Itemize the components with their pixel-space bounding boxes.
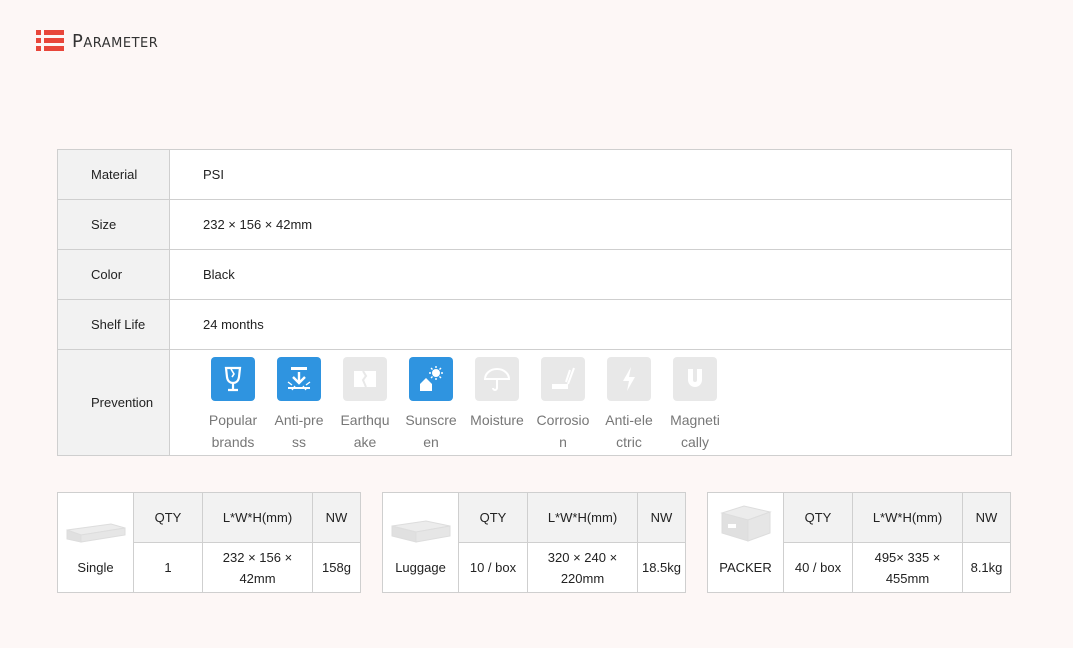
page-header: Parameter [36, 26, 164, 56]
spec-row-color: Color Black [57, 249, 1012, 300]
spec-label: Shelf Life [57, 299, 170, 350]
packing-table-luggage: Luggage QTY L*W*H(mm) NW 10 / box 320 × … [382, 492, 686, 593]
spec-value: PSI [169, 149, 1012, 200]
spec-label: Prevention [57, 349, 170, 456]
dims-value: 495× 335 × 455mm [852, 542, 963, 593]
spec-value: 232 × 156 × 42mm [169, 199, 1012, 250]
umbrella-icon [475, 356, 519, 401]
qty-header: QTY [133, 492, 203, 543]
spec-row-size: Size 232 × 156 × 42mm [57, 199, 1012, 250]
nw-header: NW [312, 492, 361, 543]
nw-value: 18.5kg [637, 542, 686, 593]
prevention-item: Popular brands [200, 356, 266, 453]
packing-type-label: Single [77, 560, 114, 575]
spec-row-material: Material PSI [57, 149, 1012, 200]
spec-label: Size [57, 199, 170, 250]
qty-header: QTY [783, 492, 853, 543]
flat-box-icon [66, 523, 125, 543]
prevention-item: Magnetically [662, 356, 728, 453]
luggage-box-icon [391, 520, 450, 543]
sun-house-icon [409, 356, 453, 401]
prevention-item: Earthquake [332, 356, 398, 453]
spec-row-prevention: Prevention Popular brands Anti-press Ear… [57, 349, 1012, 456]
list-icon [36, 30, 64, 52]
prevention-item: Moisture [464, 356, 530, 453]
packing-type-label: Luggage [395, 560, 446, 575]
prevention-label: Sunscreen [405, 411, 457, 450]
packing-table-packer: PACKER QTY L*W*H(mm) NW 40 / box 495× 33… [707, 492, 1011, 593]
dims-header: L*W*H(mm) [202, 492, 313, 543]
dims-header: L*W*H(mm) [852, 492, 963, 543]
dims-value: 320 × 240 × 220mm [527, 542, 638, 593]
spec-label: Color [57, 249, 170, 300]
nw-header: NW [962, 492, 1011, 543]
packing-type-cell: Luggage [382, 492, 459, 593]
prevention-label: Earthquake [340, 411, 390, 450]
qty-value: 10 / box [458, 542, 528, 593]
nw-value: 158g [312, 542, 361, 593]
spec-value: 24 months [169, 299, 1012, 350]
broken-glass-icon [211, 356, 255, 401]
spec-label: Material [57, 149, 170, 200]
prevention-label: Anti-electric [605, 411, 653, 450]
press-arrow-icon [277, 356, 321, 401]
spec-value: Black [169, 249, 1012, 300]
lightning-icon [607, 356, 651, 401]
packing-type-label: PACKER [719, 560, 772, 575]
nw-header: NW [637, 492, 686, 543]
prevention-item: Corrosion [530, 356, 596, 453]
packing-type-cell: Single [57, 492, 134, 593]
page-title: Parameter [72, 30, 159, 52]
prevention-label: Moisture [470, 411, 524, 428]
spec-row-shelf-life: Shelf Life 24 months [57, 299, 1012, 350]
prevention-label: Popular brands [208, 411, 258, 450]
prevention-item: Anti-electric [596, 356, 662, 453]
prevention-cell: Popular brands Anti-press Earthquake Sun… [169, 349, 1012, 456]
packing-type-cell: PACKER [707, 492, 784, 593]
qty-value: 1 [133, 542, 203, 593]
dims-value: 232 × 156 × 42mm [202, 542, 313, 593]
nw-value: 8.1kg [962, 542, 1011, 593]
prevention-item: Sunscreen [398, 356, 464, 453]
spec-table: Material PSI Size 232 × 156 × 42mm Color… [57, 149, 1012, 456]
qty-header: QTY [458, 492, 528, 543]
carton-box-icon [719, 505, 772, 542]
prevention-label: Anti-press [274, 411, 324, 450]
corrosion-icon [541, 356, 585, 401]
cracked-wall-icon [343, 356, 387, 401]
packing-table-single: Single QTY L*W*H(mm) NW 1 232 × 156 × 42… [57, 492, 361, 593]
dims-header: L*W*H(mm) [527, 492, 638, 543]
prevention-label: Magnetically [670, 411, 720, 450]
prevention-item: Anti-press [266, 356, 332, 453]
qty-value: 40 / box [783, 542, 853, 593]
magnet-icon [673, 356, 717, 401]
prevention-label: Corrosion [536, 411, 590, 450]
